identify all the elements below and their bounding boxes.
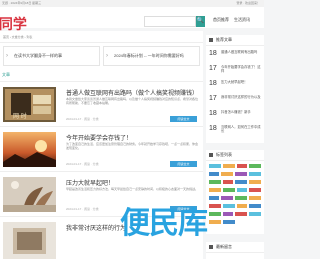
date-number: 18 <box>209 110 217 117</box>
article-summary: 本篇文章给大家谈谈普通人做互联网有出路吗，以及做个人搞笑视频赚钱对应的知识点，希… <box>66 97 199 106</box>
featured-link-1[interactable]: › 在读书大学翻身不一样的事 <box>3 46 100 66</box>
tag-chip[interactable] <box>237 164 247 168</box>
sidebar-title: 推荐文章 <box>216 37 232 42</box>
article-thumbnail[interactable]: 网 时 <box>3 87 56 122</box>
sidebar-title: 最新留言 <box>216 244 232 249</box>
article-item[interactable]: 今年开始要学会存钱了！ 为了改变自己的生活，应该更加注意管理自己的财务。今年就开… <box>0 127 203 172</box>
tag-chip[interactable] <box>223 188 235 192</box>
featured-label: 在读书大学翻身不一样的事 <box>14 53 62 58</box>
article-thumbnail[interactable] <box>3 132 56 167</box>
article-title[interactable]: 我非常讨厌这样的行为 <box>66 223 126 232</box>
article-title[interactable]: 普通人做互联网有出路吗（做个人搞笑视频赚钱） <box>66 88 198 97</box>
login-link[interactable]: 登录 · 欢迎回来！ <box>236 0 260 7</box>
list-title: 文章 <box>2 72 10 77</box>
read-more-button[interactable]: 阅读全文 <box>170 161 197 167</box>
hot-item-text[interactable]: 互联网人，如何在工作中成长 <box>221 125 262 134</box>
tag-chip[interactable] <box>223 212 233 216</box>
date-number: 18 <box>209 80 217 87</box>
tag-chip[interactable] <box>209 204 221 208</box>
tag-chip[interactable] <box>249 172 261 176</box>
chevron-right-icon: › <box>106 53 108 59</box>
sidebar-header: 标签列表 <box>206 150 264 161</box>
tag-chip[interactable] <box>223 164 235 168</box>
nav-item-home[interactable]: 首页推荐 <box>213 17 229 23</box>
date-number: 18 <box>209 125 217 132</box>
article-meta: 2024-01-17 · 阅读 · 分类 <box>66 117 99 121</box>
tag-chip[interactable] <box>221 196 233 200</box>
hot-item-text[interactable]: 压力大就早起吧！ <box>221 80 262 89</box>
read-more-button[interactable]: 阅读全文 <box>170 116 197 122</box>
sidebar-tags-panel: 标签列表 <box>206 150 264 234</box>
article-thumbnail[interactable] <box>3 177 56 212</box>
tag-chip[interactable] <box>235 212 247 216</box>
article-title[interactable]: 压力大就早起吧！ <box>66 178 114 187</box>
date-number: 18 <box>209 50 217 57</box>
hot-item[interactable]: 18 互联网人，如何在工作中成长 <box>209 123 262 137</box>
article-meta: 2024-01-17 · 阅读 · 分类 <box>66 162 99 166</box>
sidebar-title: 标签列表 <box>216 152 232 157</box>
comment-icon <box>209 245 213 249</box>
chevron-right-icon: › <box>6 53 8 59</box>
watermark-logo: 便民库 <box>120 206 208 241</box>
tag-chip[interactable] <box>249 188 261 192</box>
article-list-header: 文章 <box>0 69 203 82</box>
tag-chip[interactable] <box>237 188 247 192</box>
tag-chip[interactable] <box>209 220 221 224</box>
hot-item[interactable]: 17 今年开始要学会存钱了！这样 <box>209 63 262 77</box>
featured-link-2[interactable]: › 2024年春标计划 -- 一年时间你需要好吗 <box>103 46 200 66</box>
sidebar-header: 推荐文章 <box>206 35 264 46</box>
breadcrumb: 首页 › 文章分类 › 列表 <box>0 31 203 43</box>
tag-chip[interactable] <box>235 172 247 176</box>
hot-item[interactable]: 17 我非常讨厌这样的行为以及 <box>209 93 262 107</box>
hot-item[interactable]: 18 压力大就早起吧！ <box>209 78 262 92</box>
sidebar-hot-panel: 推荐文章 18 普通人做互联网有出路吗 17 今年开始要学会存钱了！这样 18 … <box>206 35 264 143</box>
tag-chip[interactable] <box>249 164 261 168</box>
hot-item-text[interactable]: 普通人做互联网有出路吗 <box>221 50 262 59</box>
tag-chip[interactable] <box>223 220 235 224</box>
hot-item-text[interactable]: 抖音怎么赚钱？新手 <box>221 110 262 119</box>
tag-chip[interactable] <box>223 204 235 208</box>
article-title[interactable]: 今年开始要学会存钱了！ <box>66 133 132 142</box>
tag-chip[interactable] <box>249 212 261 216</box>
tag-chip[interactable] <box>249 180 261 184</box>
search-button[interactable]: 🔍 <box>196 16 205 27</box>
tag-chip[interactable] <box>209 196 219 200</box>
tag-chip[interactable] <box>235 196 247 200</box>
article-item[interactable]: 网 时 普通人做互联网有出路吗（做个人搞笑视频赚钱） 本篇文章给大家谈谈普通人做… <box>0 82 203 127</box>
tag-chip[interactable] <box>209 180 221 184</box>
tag-chip[interactable] <box>237 204 247 208</box>
featured-label: 2024年春标计划 -- 一年时间你需要好吗 <box>114 53 184 58</box>
svg-text:网 时: 网 时 <box>13 112 27 120</box>
tag-chip[interactable] <box>235 180 247 184</box>
sidebar-header: 最新留言 <box>206 242 264 253</box>
sidebar-comments-panel: 最新留言 <box>206 242 264 259</box>
list-icon <box>209 38 213 42</box>
tag-chip[interactable] <box>209 172 219 176</box>
date-text: 无题 · 2024年9月18日 星期三 <box>2 1 42 5</box>
site-header: ·同学 🔍 首页推荐 生活资讯 <box>0 7 264 33</box>
tag-chip[interactable] <box>249 196 261 200</box>
tag-chip[interactable] <box>209 164 221 168</box>
date-number: 17 <box>209 95 217 102</box>
article-meta: 2024-01-17 · 阅读 · 分类 <box>66 207 99 211</box>
tag-chip[interactable] <box>221 172 233 176</box>
top-bar: 无题 · 2024年9月18日 星期三 登录 · 欢迎回来！ <box>0 0 264 7</box>
search-input[interactable] <box>144 16 196 27</box>
article-thumbnail[interactable] <box>3 222 56 259</box>
tag-chip[interactable] <box>209 212 221 216</box>
tag-chip[interactable] <box>209 188 221 192</box>
hot-item[interactable]: 18 普通人做互联网有出路吗 <box>209 48 262 62</box>
nav-item-life[interactable]: 生活资讯 <box>234 17 250 23</box>
tag-chip[interactable] <box>223 180 233 184</box>
hot-item[interactable]: 18 抖音怎么赚钱？新手 <box>209 108 262 122</box>
tag-chip[interactable] <box>249 204 261 208</box>
date-number: 17 <box>209 65 217 72</box>
hot-item-text[interactable]: 今年开始要学会存钱了！这样 <box>221 65 262 74</box>
tag-icon <box>209 153 213 157</box>
article-summary: 为了改变自己的生活，应该更加注意管理自己的财务。今年就开始学习存钱吧，一点一点积… <box>66 142 199 151</box>
hot-item-text[interactable]: 我非常讨厌这样的行为以及 <box>221 95 262 104</box>
